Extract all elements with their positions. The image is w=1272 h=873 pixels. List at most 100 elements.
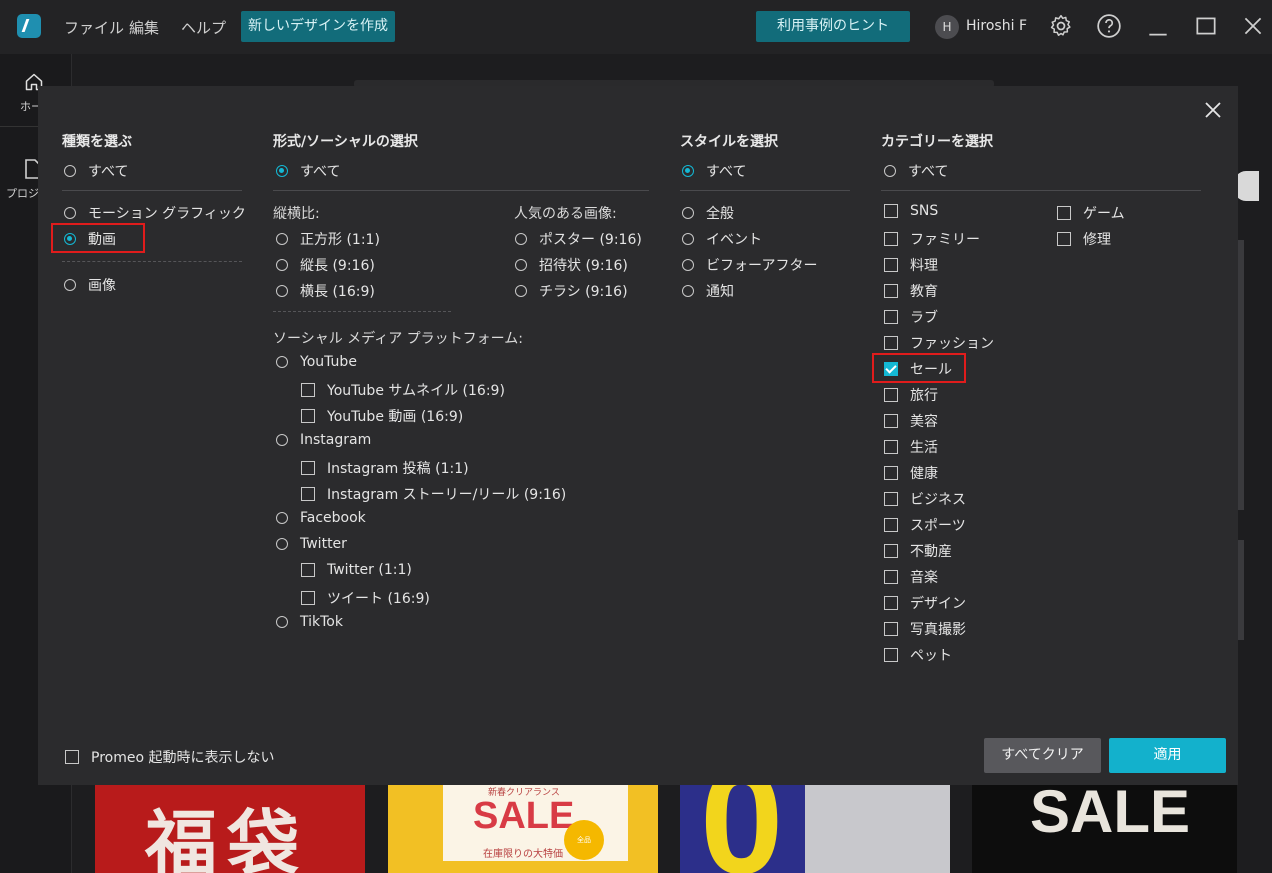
category-label: SNS (910, 203, 939, 219)
usage-hints-button[interactable]: 利用事例のヒント (756, 11, 910, 42)
dont-show-on-startup-checkbox[interactable]: Promeo 起動時に表示しない (65, 747, 274, 767)
template-thumbnail-2[interactable]: 新春クリアランス SALE 在庫限りの大特価 全品30%OFF (388, 775, 658, 873)
twitter-square-checkbox[interactable]: Twitter (1:1) (301, 562, 412, 578)
close-window-icon[interactable] (1240, 13, 1266, 39)
menu-help[interactable]: ヘルプ (181, 17, 226, 38)
checkbox-icon (1057, 206, 1071, 220)
style-option-event[interactable]: イベント (682, 229, 762, 249)
instagram-post-checkbox[interactable]: Instagram 投稿 (1:1) (301, 458, 469, 478)
scrollbar-segment (1238, 540, 1244, 640)
clear-all-button[interactable]: すべてクリア (984, 738, 1101, 773)
category-label: ゲーム (1083, 206, 1125, 222)
selection-highlight (872, 353, 966, 383)
category-checkbox[interactable]: ファミリー (884, 229, 980, 249)
popular-invitation[interactable]: 招待状 (9:16) (515, 255, 628, 275)
checkbox-icon (884, 518, 898, 532)
category-section-title: カテゴリーを選択 (881, 134, 993, 150)
category-label: 不動産 (910, 544, 952, 560)
checkbox-icon (884, 622, 898, 636)
category-checkbox[interactable]: デザイン (884, 593, 966, 613)
ratio-landscape[interactable]: 横長 (16:9) (276, 281, 375, 301)
category-checkbox[interactable]: ゲーム (1057, 203, 1125, 223)
ratio-square[interactable]: 正方形 (1:1) (276, 229, 380, 249)
type-option-image[interactable]: 画像 (64, 275, 116, 295)
checkbox-icon (884, 440, 898, 454)
category-checkbox[interactable]: ペット (884, 645, 952, 665)
category-checkbox[interactable]: ラブ (884, 307, 938, 327)
social-platform-title: ソーシャル メディア プラットフォーム: (273, 331, 523, 347)
type-option-motion[interactable]: モーション グラフィック (64, 203, 246, 223)
social-youtube[interactable]: YouTube (276, 354, 357, 370)
social-tiktok[interactable]: TikTok (276, 614, 343, 630)
popular-flyer[interactable]: チラシ (9:16) (515, 281, 628, 301)
category-checkbox[interactable]: SNS (884, 203, 938, 219)
category-label: スポーツ (910, 518, 966, 534)
social-instagram[interactable]: Instagram (276, 432, 371, 448)
popular-images-title: 人気のある画像: (514, 206, 617, 222)
category-label: 写真撮影 (910, 622, 966, 638)
type-option-all[interactable]: すべて (64, 161, 128, 181)
menu-edit[interactable]: 編集 (129, 17, 159, 38)
divider (273, 311, 451, 312)
category-option-all[interactable]: すべて (884, 161, 948, 181)
help-icon[interactable] (1096, 13, 1122, 39)
thumbnail-text: 福袋 (145, 801, 310, 873)
username[interactable]: Hiroshi F (966, 18, 1027, 34)
ratio-portrait[interactable]: 縦長 (9:16) (276, 255, 375, 275)
category-checkbox[interactable]: ビジネス (884, 489, 966, 509)
category-label: ペット (910, 648, 952, 664)
category-checkbox[interactable]: 健康 (884, 463, 938, 483)
category-label: 美容 (910, 414, 938, 430)
sidebar-item-project[interactable]: プロジ (6, 185, 39, 201)
category-checkbox[interactable]: 不動産 (884, 541, 952, 561)
gear-icon[interactable] (1048, 13, 1074, 39)
close-icon[interactable] (1202, 99, 1224, 121)
category-checkbox[interactable]: スポーツ (884, 515, 966, 535)
category-label: 旅行 (910, 388, 938, 404)
category-checkbox[interactable]: 旅行 (884, 385, 938, 405)
category-label: 健康 (910, 466, 938, 482)
category-checkbox[interactable]: 料理 (884, 255, 938, 275)
category-label: ファミリー (910, 232, 980, 248)
category-checkbox[interactable]: 音楽 (884, 567, 938, 587)
instagram-story-checkbox[interactable]: Instagram ストーリー/リール (9:16) (301, 484, 566, 504)
aspect-ratio-title: 縦横比: (273, 206, 320, 222)
checkbox-icon (884, 544, 898, 558)
checkbox-icon (884, 336, 898, 350)
category-checkbox[interactable]: 生活 (884, 437, 938, 457)
social-twitter[interactable]: Twitter (276, 536, 347, 552)
popular-poster[interactable]: ポスター (9:16) (515, 229, 642, 249)
style-option-notice[interactable]: 通知 (682, 281, 734, 301)
style-option-all[interactable]: すべて (682, 161, 746, 181)
format-option-all[interactable]: すべて (276, 161, 340, 181)
template-thumbnail-1[interactable]: 福袋 (95, 775, 365, 873)
category-checkbox[interactable]: ファッション (884, 333, 994, 353)
menu-file[interactable]: ファイル (64, 17, 124, 38)
category-checkbox[interactable]: 美容 (884, 411, 938, 431)
template-thumbnail-3[interactable]: 0 (680, 775, 950, 873)
maximize-icon[interactable] (1193, 13, 1219, 39)
type-section-title: 種類を選ぶ (62, 134, 132, 150)
social-facebook[interactable]: Facebook (276, 510, 366, 526)
create-design-button[interactable]: 新しいデザインを作成 (241, 11, 395, 42)
scrollbar[interactable] (1238, 240, 1244, 510)
youtube-thumbnail-checkbox[interactable]: YouTube サムネイル (16:9) (301, 380, 505, 400)
checkbox-icon (884, 466, 898, 480)
style-option-general[interactable]: 全般 (682, 203, 734, 223)
avatar[interactable]: H (935, 15, 959, 39)
category-checkbox[interactable]: 修理 (1057, 229, 1111, 249)
style-option-before-after[interactable]: ビフォーアフター (682, 255, 817, 275)
discount-badge: 全品30%OFF (564, 820, 604, 860)
tweet-checkbox[interactable]: ツイート (16:9) (301, 588, 430, 608)
category-checkbox[interactable]: 写真撮影 (884, 619, 966, 639)
checkbox-icon (884, 204, 898, 218)
minimize-icon[interactable] (1145, 13, 1171, 39)
apply-button[interactable]: 適用 (1109, 738, 1226, 773)
divider (680, 190, 850, 191)
category-label: ファッション (910, 336, 994, 352)
youtube-video-checkbox[interactable]: YouTube 動画 (16:9) (301, 406, 463, 426)
checkbox-icon (884, 232, 898, 246)
category-checkbox[interactable]: 教育 (884, 281, 938, 301)
category-label: デザイン (910, 596, 966, 612)
template-thumbnail-4[interactable]: SALE (972, 775, 1237, 873)
